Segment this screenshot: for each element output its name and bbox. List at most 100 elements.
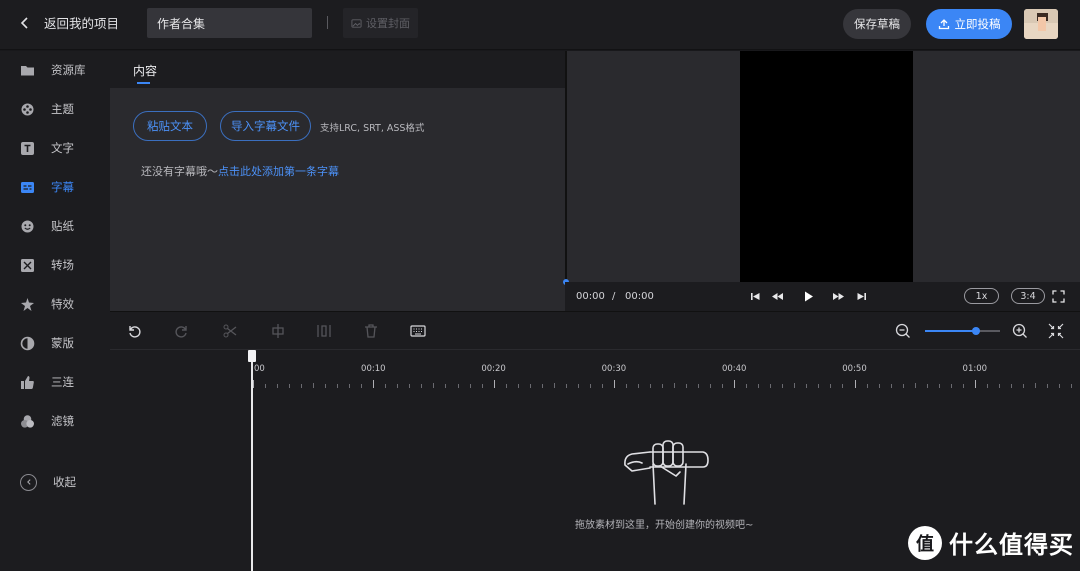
tab-content[interactable]: 内容 [133,62,157,79]
fit-timeline-icon[interactable] [1048,323,1064,339]
paste-text-button[interactable]: 粘贴文本 [133,111,207,141]
timeline-empty-text: 拖放素材到这里，开始创建你的视频吧~ [575,520,754,531]
sidebar-item-text[interactable]: 文字 [0,129,110,167]
set-cover-label: 设置封面 [366,17,410,30]
image-icon [351,18,362,28]
time-ruler-tick [722,384,724,388]
sidebar-item-sticker[interactable]: 贴纸 [0,207,110,245]
zoom-slider[interactable] [925,327,1000,335]
undo-icon[interactable] [126,323,142,339]
time-ruler-tick [445,384,447,388]
time-ruler-label: 00:40 [721,364,747,374]
sidebar-item-subtitle[interactable]: 字幕 [0,168,110,206]
user-avatar-icon [1024,9,1058,39]
sidebar-item-theme[interactable]: 主题 [0,90,110,128]
redo-icon[interactable] [174,323,190,339]
sidebar-item-library[interactable]: 资源库 [0,51,110,89]
time-ruler-tick [313,383,315,388]
publish-button[interactable]: 立即投稿 [926,9,1012,39]
save-draft-button[interactable]: 保存草稿 [843,9,911,39]
play-icon[interactable] [802,290,815,303]
supported-formats-text: 支持LRC, SRT, ASS格式 [320,123,425,134]
upload-icon [938,19,949,30]
time-ruler-tick [493,380,495,388]
sidebar-item-triple[interactable]: 三连 [0,363,110,401]
mask-icon [20,336,35,350]
sticker-icon [21,220,34,232]
active-tab-indicator [137,82,150,84]
video-preview [565,51,1080,282]
zoom-slider-knob[interactable] [972,327,980,335]
player-controls: 00:00 / 00:00 1x 3:4 [565,282,1080,311]
set-cover-button[interactable]: 设置封面 [343,8,418,38]
time-ruler-tick [553,383,555,388]
time-ruler-label: 00:10 [361,364,386,374]
filter-icon [21,414,34,428]
publish-label: 立即投稿 [954,17,1001,31]
time-ruler-tick [770,384,772,388]
time-ruler-tick [806,384,808,388]
keyboard-icon[interactable] [410,323,426,339]
time-ruler-tick [998,384,1000,388]
time-ruler-tick [601,384,603,388]
skip-to-start-icon[interactable] [749,290,762,303]
sidebar-item-effects[interactable]: 特效 [0,285,110,323]
zoom-out-icon[interactable] [895,323,911,339]
project-title-input[interactable] [147,8,312,38]
time-ruler-tick [301,384,303,388]
import-subtitle-button[interactable]: 导入字幕文件 [220,111,311,141]
sidebar-item-label: 特效 [51,297,74,311]
time-ruler-tick [854,380,856,388]
playback-speed-button[interactable]: 1x [964,288,999,304]
zoom-slider-fill [925,330,976,332]
time-ruler-tick [746,384,748,388]
time-ruler-tick [325,384,327,388]
time-ruler-tick [409,384,411,388]
time-ruler-tick [686,384,688,388]
back-label: 返回我的项目 [44,16,120,31]
time-ruler-tick [842,384,844,388]
timeline-toolbar [110,311,1080,349]
sidebar-item-filter[interactable]: 滤镜 [0,402,110,440]
time-ruler-tick [794,383,796,388]
freeze-icon[interactable] [316,323,332,339]
time-ruler-tick [914,383,916,388]
video-canvas[interactable] [740,51,913,282]
time-ruler-tick [253,380,254,388]
delete-icon[interactable] [363,323,379,339]
time-ruler-tick [698,384,700,388]
zoom-in-icon[interactable] [1012,323,1028,339]
step-back-icon[interactable] [771,290,784,303]
aspect-ratio-button[interactable]: 3:4 [1011,288,1045,304]
step-forward-icon[interactable] [832,290,845,303]
add-first-subtitle-link[interactable]: 点击此处添加第一条字幕 [218,165,339,178]
text-icon [21,141,34,155]
avatar[interactable] [1024,9,1058,39]
playhead-line[interactable] [251,358,253,571]
collapse-sidebar-button[interactable]: 收起 [0,467,110,497]
subtitle-panel: 内容 粘贴文本 导入字幕文件 支持LRC, SRT, ASS格式 还没有字幕哦～… [110,51,565,311]
split-icon[interactable] [222,323,238,339]
trim-icon[interactable] [270,323,286,339]
time-ruler-tick [577,384,579,388]
playhead-handle[interactable] [248,350,256,362]
time-ruler-tick [505,384,507,388]
time-ruler-tick [830,384,832,388]
time-ruler-tick [457,384,459,388]
time-ruler-tick [782,384,784,388]
time-ruler-tick [361,384,363,388]
skip-to-end-icon[interactable] [855,290,868,303]
time-ruler-tick [974,380,976,388]
thumbs-up-icon [21,375,34,389]
time-ruler-tick [890,384,892,388]
back-to-projects-button[interactable]: 返回我的项目 [18,13,119,32]
time-ruler-label: 00:30 [601,364,627,374]
fullscreen-icon[interactable] [1052,290,1065,303]
time-ruler-tick [529,384,531,388]
sidebar-item-transition[interactable]: 转场 [0,246,110,284]
sidebar-item-mask[interactable]: 蒙版 [0,324,110,362]
sidebar-item-label: 字幕 [51,180,74,194]
time-ruler-tick [385,384,387,388]
watermark-logo: 值 [908,525,942,560]
time-ruler-tick [481,384,483,388]
